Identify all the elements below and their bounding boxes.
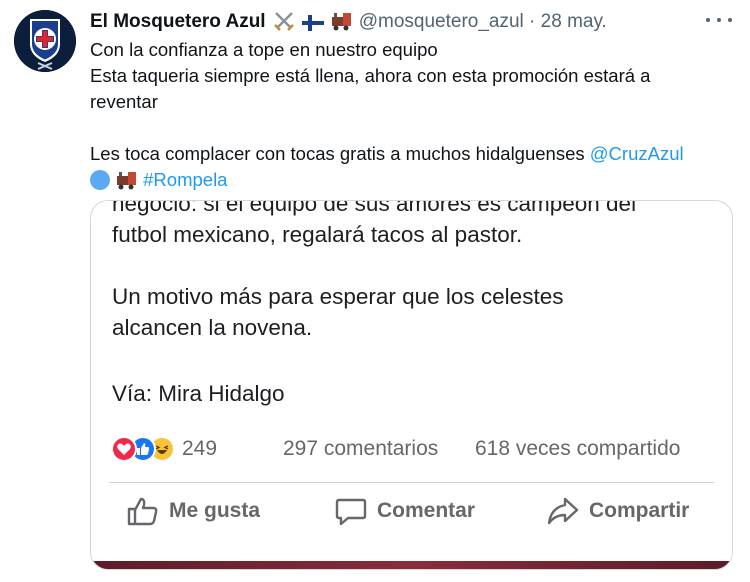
blue-circle-emoji-icon [90,170,110,190]
avatar[interactable] [14,10,76,72]
hashtag-link[interactable]: #Rompela [143,169,227,190]
shares-count[interactable]: 618 veces compartido [475,434,680,464]
tweet-text: Con la confianza a tope en nuestro equip… [90,37,740,197]
tweet-text-segment: Les toca complacer con tocas gratis a mu… [90,143,590,164]
post-text-line: alcancen la novena. [112,315,313,340]
post-text-line: Un motivo más para esperar que los celes… [112,284,564,309]
share-label: Compartir [589,499,690,522]
post-source-line: Vía: Mira Hidalgo [112,381,285,406]
crossed-swords-emoji-icon [273,11,295,40]
finland-flag-emoji-icon [302,12,325,40]
tweet[interactable]: El Mosquetero Azul @mosquetero_azul · 28… [0,0,750,582]
tweet-header: El Mosquetero Azul @mosquetero_azul · 28… [90,8,736,36]
comment-bubble-icon [335,498,367,526]
tweet-text-line: Esta taqueria siempre está llena, ahora … [90,65,651,86]
comment-button[interactable]: Comentar [335,493,475,529]
like-button[interactable]: Me gusta [127,493,260,529]
tweet-date[interactable]: 28 may. [541,11,607,32]
display-name[interactable]: El Mosquetero Azul [90,11,266,32]
like-label: Me gusta [169,499,261,522]
love-reaction-icon [111,436,137,462]
image-bottom-strip [91,561,732,569]
cruz-azul-badge-icon [14,10,76,72]
more-options-icon[interactable] [706,10,732,30]
tweet-text-line: Les toca complacer con tocas gratis a mu… [90,141,740,167]
tweet-text-line: #Rompela [90,167,740,197]
train-emoji-icon [331,11,353,40]
share-button[interactable]: Compartir [547,493,689,529]
separator-dot: · [529,11,536,32]
tweet-text-line: reventar [90,91,158,112]
comment-label: Comentar [377,499,476,522]
share-arrow-icon [547,497,579,525]
tweet-text-line: Con la confianza a tope en nuestro equip… [90,39,438,60]
post-text-line-clipped: negocio: si el equipo de sus amores es c… [112,200,637,216]
user-handle[interactable]: @mosquetero_azul [359,11,524,32]
post-text-line: futbol mexicano, regalará tacos al pasto… [112,222,523,247]
comments-count[interactable]: 297 comentarios [283,434,438,464]
thumbs-up-icon [127,497,158,526]
reactions-summary: 249 [111,434,217,464]
mention-link[interactable]: @CruzAzul [590,143,684,164]
reaction-count[interactable]: 249 [182,437,217,461]
divider [109,482,714,483]
train-emoji-icon [116,170,138,197]
embedded-facebook-screenshot[interactable]: negocio: si el equipo de sus amores es c… [90,200,733,570]
